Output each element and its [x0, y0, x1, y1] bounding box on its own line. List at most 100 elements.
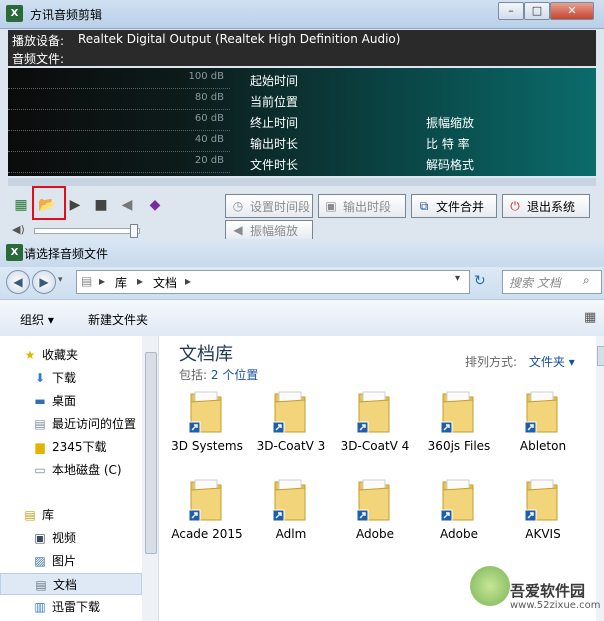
nav-label: 2345下载: [52, 440, 107, 454]
folder-name: 3D Systems: [171, 439, 243, 453]
nav-libraries-header[interactable]: ▤ 库: [0, 504, 142, 526]
refresh-icon[interactable]: ↻: [474, 273, 486, 289]
folder-icon: [357, 391, 390, 434]
desktop-icon: ▬: [34, 394, 46, 408]
video-icon: ▣: [34, 531, 46, 545]
navigation-pane: ★ 收藏夹 ⬇ 下载 ▬ 桌面 ▤ 最近访问的位置 ▆ 2345下载 ▭ 本地磁…: [0, 336, 159, 621]
breadcrumb-documents[interactable]: 文档: [153, 274, 177, 291]
folder-icon: [189, 391, 222, 434]
arrange-label: 排列方式:: [465, 355, 518, 369]
editor-title: 方讯音频剪辑: [30, 8, 103, 22]
folder-item[interactable]: Ableton: [503, 388, 583, 474]
power-icon: ⏻: [510, 199, 520, 213]
arrange-by: 排列方式: 文件夹 ▾: [465, 353, 575, 370]
libraries-icon: ▤: [24, 508, 36, 522]
folder-item[interactable]: Acade 2015: [167, 476, 247, 562]
folder-item[interactable]: AKVIS: [503, 476, 583, 562]
nav-item-local-disk-c[interactable]: ▭ 本地磁盘 (C): [0, 459, 142, 481]
nav-item-pictures[interactable]: ▨ 图片: [0, 550, 142, 572]
merge-files-button[interactable]: ⧉ 文件合并: [411, 194, 497, 218]
folder-item[interactable]: Adobe: [335, 476, 415, 562]
nav-scroll-thumb[interactable]: [145, 352, 157, 554]
nav-item-documents[interactable]: ▤ 文档: [0, 573, 142, 595]
folder-name: Adobe: [356, 527, 394, 541]
stop-icon[interactable]: ■: [92, 196, 110, 214]
folder-icon: [189, 479, 222, 522]
speaker-icon[interactable]: ◀: [118, 196, 136, 214]
folder-item[interactable]: 3D-CoatV 4: [335, 388, 415, 474]
volume-slider[interactable]: [34, 228, 140, 234]
folder-icon: ▆: [35, 440, 45, 454]
nav-item-desktop[interactable]: ▬ 桌面: [0, 390, 142, 412]
folder-name: Adobe: [440, 527, 478, 541]
nav-item-recent-places[interactable]: ▤ 最近访问的位置: [0, 413, 142, 435]
db-level-label: 40 dB: [194, 134, 224, 145]
exit-label: 退出系统: [527, 200, 576, 214]
address-dropdown-icon[interactable]: ▾: [455, 273, 460, 284]
device-label: 播放设备:: [12, 34, 65, 48]
amplitude-scale-button[interactable]: ◀ 振幅缩放: [225, 220, 313, 240]
nav-label: 视频: [52, 531, 77, 545]
db-level-label: 80 dB: [194, 92, 224, 103]
search-input[interactable]: 搜索 文档 ⌕: [502, 270, 602, 294]
folder-icon: [441, 479, 474, 522]
minimize-button[interactable]: –: [498, 2, 524, 20]
waveform-display[interactable]: 100 dB 80 dB 60 dB 40 dB 20 dB 起始时间 当前位置…: [8, 68, 596, 176]
view-options-icon[interactable]: ▦: [584, 310, 596, 325]
folder-item[interactable]: Adobe: [419, 476, 499, 562]
audio-file-label: 音频文件:: [12, 52, 65, 66]
timeline-bar[interactable]: [8, 178, 596, 186]
amplitude-scale-label: 振幅缩放: [426, 116, 475, 130]
db-level-label: 60 dB: [194, 113, 224, 124]
content-scroll-thumb[interactable]: [597, 346, 604, 366]
folder-item[interactable]: 360js Files: [419, 388, 499, 474]
clock-icon: ◷: [232, 199, 244, 213]
new-folder-button[interactable]: 新建文件夹: [88, 311, 148, 328]
device-value: Realtek Digital Output (Realtek High Def…: [78, 32, 401, 46]
set-period-label: 设置时间段: [250, 200, 311, 214]
recent-dropdown-icon[interactable]: ▾: [58, 275, 63, 285]
exit-button[interactable]: ⏻ 退出系统: [502, 194, 590, 218]
back-button[interactable]: ◀: [6, 270, 30, 294]
watermark: 吾爱软件园 www.52zixue.com: [470, 560, 601, 618]
editor-title-bar: X 方讯音频剪辑 – □ ✕: [0, 0, 604, 29]
amplitude-scale-btn-label: 振幅缩放: [250, 224, 299, 238]
watermark-logo-icon: [470, 566, 510, 606]
play-icon[interactable]: ▶: [66, 196, 84, 214]
nav-label: 本地磁盘 (C): [52, 463, 122, 477]
nav-favorites-header[interactable]: ★ 收藏夹: [0, 344, 142, 366]
arrange-dropdown[interactable]: 文件夹 ▾: [529, 355, 575, 369]
nav-scrollbar[interactable]: [142, 336, 158, 621]
folder-item[interactable]: 3D-CoatV 3: [251, 388, 331, 474]
includes-link[interactable]: 2 个位置: [211, 368, 258, 382]
book-icon[interactable]: ◆: [146, 196, 164, 214]
nav-label: 桌面: [52, 394, 77, 408]
audio-editor-window: X 方讯音频剪辑 – □ ✕ 播放设备: Realtek Digital Out…: [0, 0, 604, 240]
output-period-button[interactable]: ▣ 输出时段: [318, 194, 406, 218]
nav-item-downloads[interactable]: ⬇ 下载: [0, 367, 142, 389]
breadcrumb-library[interactable]: 库: [115, 274, 127, 291]
forward-button[interactable]: ▶: [32, 270, 56, 294]
nav-item-2345-downloads[interactable]: ▆ 2345下载: [0, 436, 142, 458]
nav-label: 图片: [52, 554, 77, 568]
chevron-right-icon: ▸: [137, 274, 144, 288]
folder-item[interactable]: 3D Systems: [167, 388, 247, 474]
organize-button[interactable]: 组织 ▾: [20, 311, 54, 328]
search-icon[interactable]: ⌕: [583, 273, 590, 288]
picture-icon: ▨: [34, 554, 46, 568]
chevron-right-icon: ▸: [185, 274, 192, 288]
folder-item[interactable]: Adlm: [251, 476, 331, 562]
nav-item-videos[interactable]: ▣ 视频: [0, 527, 142, 549]
folder-name: 3D-CoatV 4: [340, 439, 410, 453]
current-position-label: 当前位置: [250, 95, 299, 109]
set-period-button[interactable]: ◷ 设置时间段: [225, 194, 313, 218]
maximize-button[interactable]: □: [524, 2, 550, 20]
address-bar[interactable]: ▤ ▸ 库 ▸ 文档 ▸ ▾: [76, 270, 470, 294]
close-button[interactable]: ✕: [550, 2, 594, 20]
volume-slider-thumb[interactable]: [130, 224, 138, 238]
record-icon[interactable]: ▦: [12, 196, 30, 214]
save-icon: ▣: [325, 199, 337, 213]
nav-item-thunder-downloads[interactable]: ▥ 迅雷下载: [0, 596, 142, 618]
nav-label: 迅雷下载: [52, 600, 101, 614]
open-button-highlight: [32, 186, 66, 220]
